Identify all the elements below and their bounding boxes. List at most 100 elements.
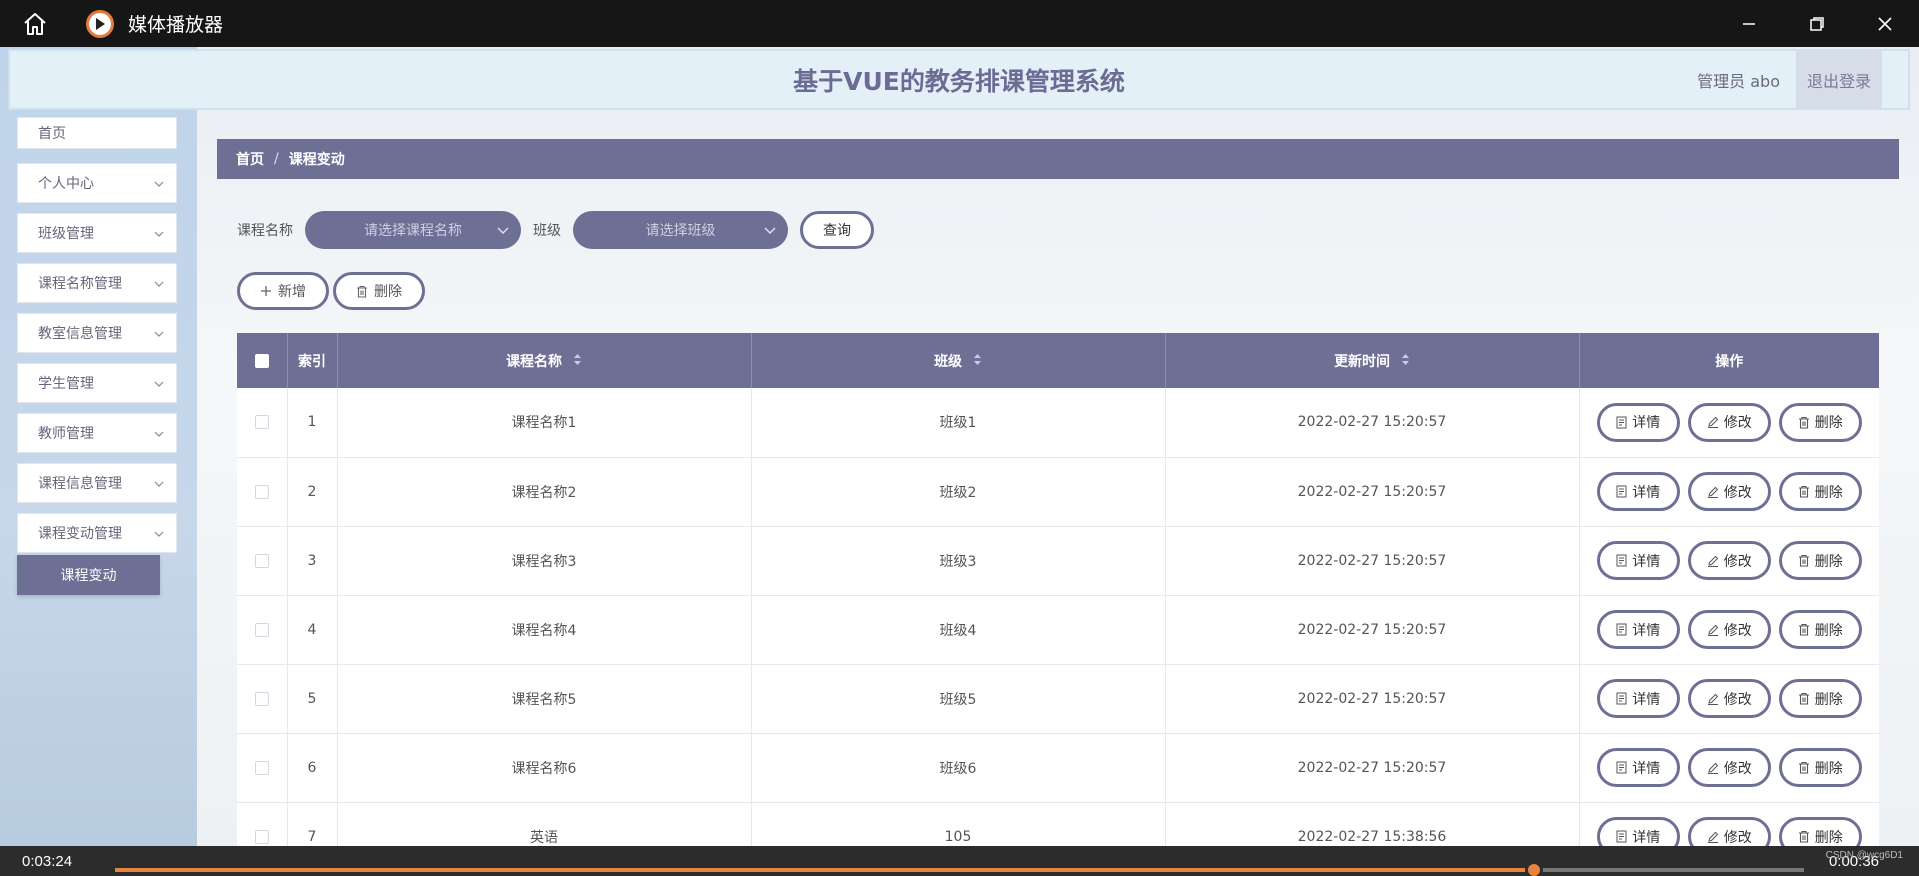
header-updated-time[interactable]: 更新时间	[1165, 333, 1580, 388]
table-row[interactable]: 5 课程名称5 班级5 2022-02-27 15:20:57 详情 修改 删除	[237, 664, 1879, 734]
sidebar-item-course-change[interactable]: 课程变动管理	[17, 513, 177, 553]
site-title: 基于VUE的教务排课管理系统	[793, 66, 1125, 96]
search-form: 课程名称 请选择课程名称 班级 请选择班级 查询	[237, 211, 874, 249]
row-actions: 详情 修改 删除	[1580, 541, 1880, 580]
sort-icon[interactable]	[573, 353, 582, 370]
edit-button[interactable]: 修改	[1687, 817, 1771, 846]
sidebar-item-course-name[interactable]: 课程名称管理	[17, 263, 177, 303]
cell-class: 班级6	[751, 733, 1166, 803]
header-class[interactable]: 班级	[751, 333, 1166, 388]
delete-button[interactable]: 删除	[1778, 402, 1862, 442]
course-name-select[interactable]: 请选择课程名称	[305, 211, 521, 249]
detail-button[interactable]: 详情	[1596, 679, 1680, 718]
delete-button[interactable]: 删除	[1778, 472, 1862, 511]
sidebar-item-home[interactable]: 首页	[17, 117, 177, 149]
bulk-delete-button[interactable]: 删除	[333, 272, 425, 310]
row-select-cell[interactable]	[237, 664, 288, 734]
chevron-up-icon	[154, 525, 164, 541]
table-row[interactable]: 2 课程名称2 班级2 2022-02-27 15:20:57 详情 修改 删除	[237, 457, 1880, 527]
edit-label: 修改	[1723, 622, 1752, 639]
table-row[interactable]: 1 课程名称1 班级1 2022-02-27 15:20:57 详情 修改 删除	[237, 388, 1879, 458]
cell-class: 105	[751, 802, 1166, 846]
edit-button[interactable]: 修改	[1687, 541, 1771, 580]
logout-button[interactable]: 退出登录	[1796, 51, 1882, 108]
sort-icon[interactable]	[1401, 353, 1410, 370]
sidebar-item-profile[interactable]: 个人中心	[17, 163, 177, 203]
select-all-header[interactable]	[237, 333, 288, 388]
table-row[interactable]: 7 英语 105 2022-02-27 15:38:56 详情 修改 删除	[237, 802, 1879, 846]
row-checkbox[interactable]	[254, 415, 269, 430]
minimize-icon[interactable]	[1715, 0, 1783, 47]
cell-index: 3	[287, 526, 338, 596]
table-row[interactable]: 4 课程名称4 班级4 2022-02-27 15:20:57 详情 修改 删除	[237, 595, 1879, 665]
delete-button[interactable]: 删除	[1778, 748, 1862, 787]
home-icon[interactable]	[0, 0, 70, 47]
action-bar: 新增 删除	[237, 272, 425, 310]
sidebar-item-classroom[interactable]: 教室信息管理	[17, 313, 177, 353]
detail-button[interactable]: 详情	[1596, 472, 1680, 511]
add-button[interactable]: 新增	[237, 272, 329, 310]
trash-icon	[356, 285, 368, 298]
delete-button[interactable]: 删除	[1778, 541, 1862, 580]
delete-button[interactable]: 删除	[1778, 610, 1862, 649]
query-button[interactable]: 查询	[800, 211, 874, 249]
player-titlebar: 媒体播放器	[0, 0, 1919, 47]
edit-button[interactable]: 修改	[1687, 472, 1771, 511]
detail-label: 详情	[1632, 415, 1661, 432]
delete-button[interactable]: 删除	[1778, 679, 1862, 718]
select-all-checkbox[interactable]	[254, 353, 269, 368]
detail-button[interactable]: 详情	[1596, 610, 1680, 649]
row-select-cell[interactable]	[237, 388, 288, 458]
cell-class: 班级4	[751, 595, 1166, 665]
detail-button[interactable]: 详情	[1596, 748, 1680, 787]
detail-button[interactable]: 详情	[1596, 541, 1680, 580]
row-checkbox[interactable]	[254, 829, 269, 844]
progress-knob[interactable]	[1524, 861, 1543, 876]
cell-course-name: 课程名称3	[337, 526, 752, 596]
sidebar-item-teacher[interactable]: 教师管理	[17, 413, 177, 453]
row-select-cell[interactable]	[237, 526, 288, 596]
cell-operations: 详情 修改 删除	[1579, 664, 1879, 734]
row-select-cell[interactable]	[237, 733, 288, 803]
detail-button[interactable]: 详情	[1596, 402, 1680, 442]
sidebar-item-student[interactable]: 学生管理	[17, 363, 177, 403]
sidebar-subitem-course-change[interactable]: 课程变动	[17, 555, 160, 595]
close-icon[interactable]	[1851, 0, 1919, 47]
edit-button[interactable]: 修改	[1687, 679, 1771, 718]
edit-button[interactable]: 修改	[1687, 748, 1771, 787]
breadcrumb-home[interactable]: 首页	[236, 149, 264, 169]
row-checkbox[interactable]	[254, 553, 269, 568]
sidebar-item-course-info[interactable]: 课程信息管理	[17, 463, 177, 503]
cell-course-name: 课程名称2	[337, 457, 752, 527]
table-row[interactable]: 3 课程名称3 班级3 2022-02-27 15:20:57 详情 修改 删除	[237, 526, 1880, 596]
edit-button[interactable]: 修改	[1687, 402, 1771, 442]
sort-icon[interactable]	[973, 353, 982, 370]
table-row[interactable]: 6 课程名称6 班级6 2022-02-27 15:20:57 详情 修改 删除	[237, 733, 1879, 803]
cell-updated-time: 2022-02-27 15:20:57	[1165, 526, 1580, 596]
class-select[interactable]: 请选择班级	[573, 211, 788, 249]
row-checkbox[interactable]	[254, 484, 269, 499]
edit-button[interactable]: 修改	[1687, 610, 1771, 649]
detail-button[interactable]: 详情	[1596, 817, 1680, 846]
edit-icon	[1707, 555, 1719, 567]
sidebar-item-class[interactable]: 班级管理	[17, 213, 177, 253]
row-select-cell[interactable]	[237, 802, 288, 846]
row-checkbox[interactable]	[254, 691, 269, 706]
add-button-label: 新增	[278, 284, 306, 300]
row-actions: 详情 修改 删除	[1580, 472, 1880, 511]
progress-bar[interactable]	[115, 861, 1804, 876]
row-checkbox[interactable]	[254, 622, 269, 637]
trash-icon	[1798, 623, 1810, 636]
row-select-cell[interactable]	[237, 457, 288, 527]
document-icon	[1616, 554, 1627, 567]
sidebar-item-label: 学生管理	[38, 376, 94, 392]
chevron-down-icon	[497, 222, 509, 238]
row-checkbox[interactable]	[254, 760, 269, 775]
chevron-down-icon	[154, 325, 164, 341]
header-class-label: 班级	[934, 353, 963, 370]
row-select-cell[interactable]	[237, 595, 288, 665]
restore-icon[interactable]	[1783, 0, 1851, 47]
sidebar: 首页 个人中心 班级管理 课程名称管理 教室信息管理 学生管理 教师管理 课程信…	[17, 117, 177, 595]
delete-button[interactable]: 删除	[1778, 817, 1862, 846]
header-course-name[interactable]: 课程名称	[337, 333, 752, 388]
